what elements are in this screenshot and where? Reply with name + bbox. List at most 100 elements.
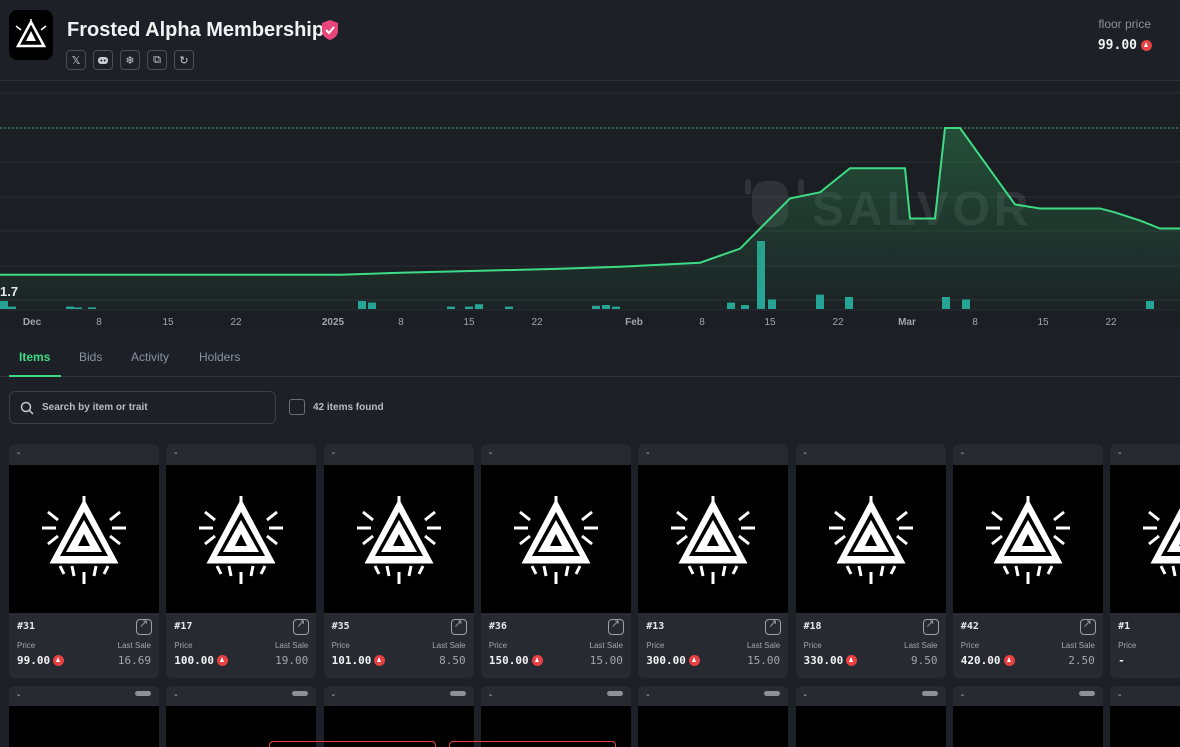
nft-card[interactable]: -: [795, 686, 946, 747]
price-label: Price: [1118, 641, 1137, 650]
nft-card[interactable]: - #31 Price Last Sale 99.00 16.69: [9, 444, 159, 678]
price-value: 101.00: [332, 654, 386, 667]
avax-icon: [846, 655, 858, 666]
nft-image[interactable]: [9, 465, 159, 613]
expand-icon[interactable]: [922, 617, 939, 635]
x-tick-label: 22: [531, 317, 543, 328]
nft-card[interactable]: -: [952, 686, 1103, 747]
status-pill: [292, 691, 309, 696]
last-sale-value: 19.00: [275, 654, 309, 667]
bottom-action-bar: [0, 741, 1180, 747]
search-placeholder: Search by item or trait: [42, 402, 148, 413]
nft-image[interactable]: [1110, 465, 1180, 613]
nft-card[interactable]: - #35 Price Last Sale 101.00 8.50: [323, 444, 474, 678]
verified-badge-icon: [320, 19, 340, 41]
x-tick-label: 22: [230, 317, 242, 328]
price-value: 330.00: [804, 654, 858, 667]
copy-icon[interactable]: ⧉: [147, 50, 167, 70]
snowflake-icon[interactable]: ❄: [120, 50, 140, 70]
nft-image[interactable]: [480, 465, 631, 613]
x-tick-label: 8: [96, 317, 102, 328]
expand-icon[interactable]: [765, 617, 782, 635]
x-axis-ticks: Dec 8 15 22 2025 8 15 22 Feb 8 15 22 Mar 8 15 22: [23, 317, 1117, 328]
card-top-label: -: [174, 448, 178, 459]
nft-card[interactable]: -: [1110, 686, 1180, 747]
status-pill: [135, 691, 151, 696]
nft-id: #42: [960, 621, 979, 632]
nft-card[interactable]: - #42 Price Last Sale 420.00 2.50: [952, 444, 1103, 678]
refresh-icon[interactable]: ↻: [174, 50, 194, 70]
nft-card[interactable]: - #13 Price Last Sale 300.00 15.00: [638, 444, 789, 678]
avax-icon: [1003, 655, 1015, 666]
x-tick-label: 15: [1037, 317, 1049, 328]
active-tab-indicator: [9, 375, 61, 377]
filter-checkbox[interactable]: [289, 399, 305, 415]
collection-header: Frosted Alpha Membership 𝕏 ❄ ⧉ ↻ floor p…: [0, 0, 1180, 80]
nft-image[interactable]: [638, 465, 789, 613]
avax-icon: [53, 655, 65, 666]
card-top-label: -: [17, 448, 21, 459]
nft-id: #13: [646, 621, 665, 632]
price-amount: 101.00: [331, 654, 372, 667]
floor-price-value: 99.00: [1098, 38, 1152, 53]
x-tick-label: 2025: [322, 317, 345, 328]
status-pill: [1078, 691, 1095, 696]
status-pill: [764, 691, 781, 696]
last-sale-value: 8.50: [439, 654, 466, 667]
expand-icon[interactable]: [450, 617, 467, 635]
price-label: Price: [331, 641, 350, 650]
card-top-label: -: [331, 690, 335, 701]
x-icon[interactable]: 𝕏: [66, 50, 86, 70]
discord-icon[interactable]: [93, 50, 113, 70]
expand-icon[interactable]: [293, 617, 310, 635]
nft-image[interactable]: [166, 465, 317, 613]
status-pill: [921, 691, 938, 696]
avax-icon: [688, 655, 700, 666]
search-icon: [20, 401, 34, 415]
x-tick-label: Mar: [898, 317, 916, 328]
tab-holders[interactable]: Holders: [199, 350, 240, 364]
nft-card[interactable]: - #36 Price Last Sale 150.00 15.00: [480, 444, 631, 678]
last-sale-label: Last Sale: [589, 641, 623, 650]
last-sale-label: Last Sale: [904, 641, 938, 650]
x-tick-label: Dec: [23, 317, 42, 328]
x-tick-label: 8: [398, 317, 404, 328]
floor-price-amount: 99.00: [1097, 38, 1137, 53]
floor-price-label: floor price: [1098, 17, 1151, 31]
nft-card[interactable]: -: [323, 686, 474, 747]
last-sale-label: Last Sale: [1061, 641, 1095, 650]
price-area: [0, 128, 1180, 309]
nft-image[interactable]: [952, 465, 1103, 613]
expand-icon[interactable]: [607, 617, 624, 635]
card-top-label: -: [803, 448, 807, 459]
nft-id: #36: [488, 621, 507, 632]
tab-bids[interactable]: Bids: [79, 350, 102, 364]
nft-card[interactable]: -: [9, 686, 159, 747]
nft-card[interactable]: -: [480, 686, 631, 747]
search-input[interactable]: Search by item or trait: [9, 391, 276, 424]
nft-image[interactable]: [323, 465, 474, 613]
nft-card[interactable]: -#1PriceLast Sale-: [1110, 444, 1180, 678]
tab-items[interactable]: Items: [19, 350, 50, 364]
nft-card[interactable]: -: [166, 686, 317, 747]
nft-card[interactable]: -: [638, 686, 789, 747]
nft-image[interactable]: [795, 465, 946, 613]
x-tick-label: 22: [1105, 317, 1117, 328]
x-tick-label: 15: [463, 317, 475, 328]
card-top-label: -: [960, 690, 965, 701]
items-count: 42 items found: [313, 402, 384, 413]
price-value: 100.00: [174, 654, 229, 667]
price-amount: 150.00: [488, 654, 529, 667]
collection-title: Frosted Alpha Membership: [67, 19, 325, 41]
price-value: -: [1118, 654, 1125, 667]
tab-activity[interactable]: Activity: [131, 350, 169, 364]
card-top-label: -: [960, 448, 965, 459]
chart-edge-label: 1.7: [0, 284, 18, 299]
nft-card[interactable]: - #18 Price Last Sale 330.00 9.50: [795, 444, 946, 678]
expand-icon[interactable]: [136, 617, 152, 635]
nft-card[interactable]: - #17 Price Last Sale 100.00 19.00: [166, 444, 317, 678]
nft-id: #35: [331, 621, 350, 632]
bottom-button-2[interactable]: [449, 741, 616, 747]
expand-icon[interactable]: [1079, 617, 1096, 635]
bottom-button-1[interactable]: [269, 741, 436, 747]
